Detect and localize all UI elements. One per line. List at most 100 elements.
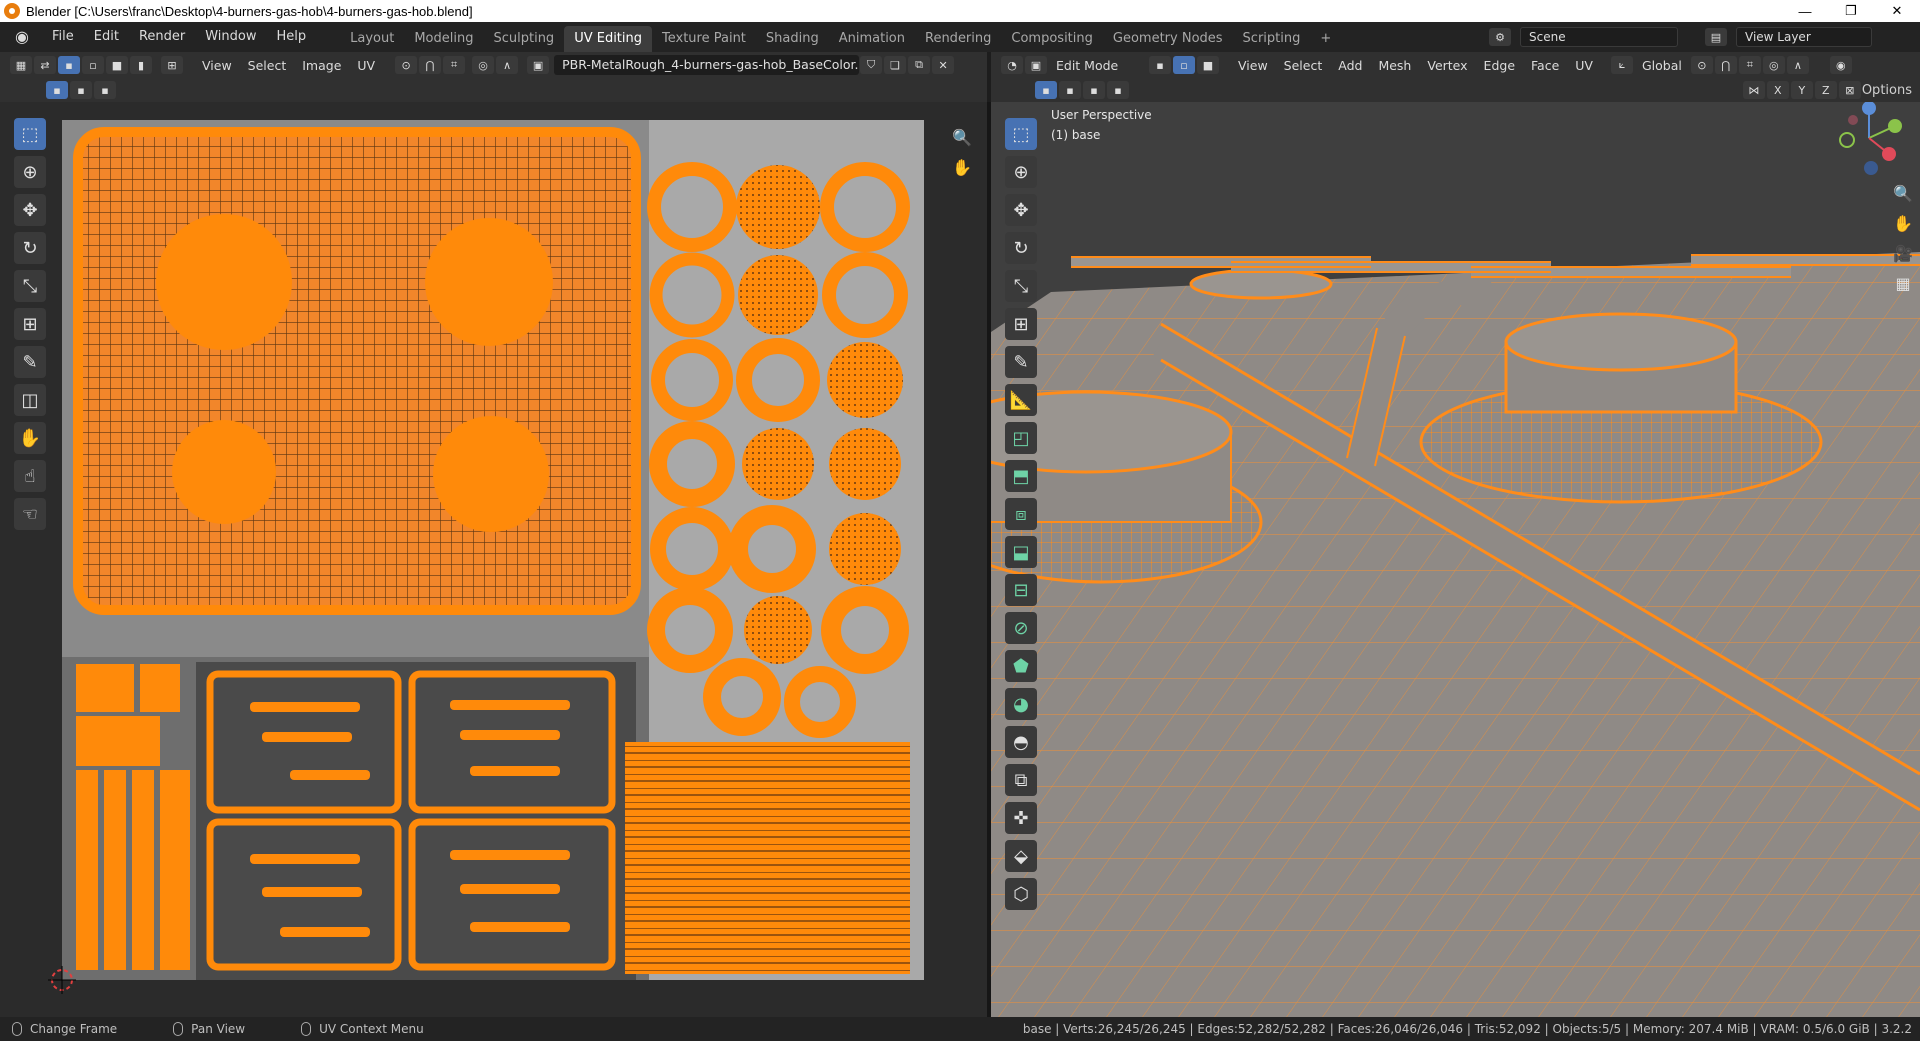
image-name-field[interactable]: PBR-MetalRough_4-burners-gas-hob_BaseCol…	[554, 55, 860, 75]
menu-window[interactable]: Window	[195, 22, 266, 52]
uv-pinch-tool[interactable]: ☜	[14, 498, 46, 530]
tab-modeling[interactable]: Modeling	[404, 26, 483, 52]
uv-menu-select[interactable]: Select	[240, 58, 295, 73]
vp-snap-target-icon[interactable]: ⌗	[1738, 56, 1761, 74]
tab-rendering[interactable]: Rendering	[915, 26, 1001, 52]
viewport-pan-icon[interactable]: ✋	[1890, 210, 1916, 236]
knife-tool[interactable]: ⊘	[1005, 612, 1037, 644]
vp-falloff-icon[interactable]: ∧	[1786, 56, 1809, 74]
uv-zoom-icon[interactable]: 🔍	[949, 124, 975, 150]
uv-rip-tool[interactable]: ◫	[14, 384, 46, 416]
falloff-icon[interactable]: ∧	[496, 56, 519, 74]
scene-selector[interactable]: Scene	[1520, 27, 1678, 47]
uv-menu-view[interactable]: View	[194, 58, 240, 73]
tab-sculpting[interactable]: Sculpting	[483, 26, 564, 52]
scale-tool[interactable]: ⤡	[1005, 270, 1037, 302]
tab-layout[interactable]: Layout	[340, 26, 404, 52]
rip-region-tool[interactable]: ⬡	[1005, 878, 1037, 910]
view-layer-icon[interactable]: ▤	[1705, 28, 1727, 46]
tab-geometry-nodes[interactable]: Geometry Nodes	[1103, 26, 1233, 52]
vp-snap-icon[interactable]: ⋂	[1714, 56, 1737, 74]
rotate-tool[interactable]: ↻	[1005, 232, 1037, 264]
vp-menu-face[interactable]: Face	[1523, 58, 1567, 73]
scene-type-icon[interactable]: ⚙	[1489, 28, 1511, 46]
extrude-tool[interactable]: ⬒	[1005, 460, 1037, 492]
select-box-tool[interactable]: ⬚	[1005, 118, 1037, 150]
uv-select-subtract-icon[interactable]: ▪	[94, 81, 116, 99]
snap-target-icon[interactable]: ⌗	[443, 56, 466, 74]
editor-type-icon[interactable]: ▦	[10, 56, 32, 74]
menu-help[interactable]: Help	[267, 22, 317, 52]
mirror-z-toggle[interactable]: Z	[1814, 81, 1837, 99]
mode-selector[interactable]: Edit Mode	[1048, 58, 1148, 73]
auto-merge-icon[interactable]: ⊠	[1838, 81, 1861, 99]
vp-menu-vertex[interactable]: Vertex	[1419, 58, 1475, 73]
minimize-button[interactable]: —	[1782, 0, 1828, 22]
uv-scale-tool[interactable]: ⤡	[14, 270, 46, 302]
sticky-select-icon[interactable]: ⊞	[161, 56, 183, 74]
tab-texture-paint[interactable]: Texture Paint	[652, 26, 756, 52]
spin-tool[interactable]: ◕	[1005, 688, 1037, 720]
edge-select-icon[interactable]: ▫	[82, 56, 104, 74]
pivot-point-icon[interactable]: ⊙	[1690, 56, 1713, 74]
uv-select-extend-icon[interactable]: ▪	[70, 81, 92, 99]
vp-select-subtract-icon[interactable]: ▪	[1083, 81, 1105, 99]
face-mode-icon[interactable]: ■	[1197, 56, 1219, 74]
island-select-icon[interactable]: ▮	[130, 56, 152, 74]
vp-menu-view[interactable]: View	[1230, 58, 1276, 73]
snap-icon[interactable]: ⋂	[419, 56, 442, 74]
vp-select-extend-icon[interactable]: ▪	[1059, 81, 1081, 99]
mirror-y-toggle[interactable]: Y	[1790, 81, 1813, 99]
cursor-tool[interactable]: ⊕	[1005, 156, 1037, 188]
menu-file[interactable]: File	[42, 22, 84, 52]
mirror-x-toggle[interactable]: X	[1766, 81, 1789, 99]
loop-cut-tool[interactable]: ⊟	[1005, 574, 1037, 606]
tab-uv-editing[interactable]: UV Editing	[564, 26, 653, 52]
smooth-tool[interactable]: ◓	[1005, 726, 1037, 758]
bevel-tool[interactable]: ⬓	[1005, 536, 1037, 568]
vp-select-invert-icon[interactable]: ▪	[1107, 81, 1129, 99]
navigation-gizmo[interactable]	[1829, 102, 1909, 182]
vp-menu-mesh[interactable]: Mesh	[1370, 58, 1419, 73]
visibility-icon[interactable]: ◉	[1829, 56, 1852, 74]
uv-editor-area[interactable]: ⬚ ⊕ ✥ ↻ ⤡ ⊞ ✎ ◫ ✋ ☝ ☜ 🔍 ✋	[0, 102, 987, 1017]
vertex-mode-icon[interactable]: ▪	[1149, 56, 1171, 74]
uv-annotate-tool[interactable]: ✎	[14, 346, 46, 378]
menu-edit[interactable]: Edit	[84, 22, 129, 52]
uv-rotate-tool[interactable]: ↻	[14, 232, 46, 264]
uv-transform-tool[interactable]: ⊞	[14, 308, 46, 340]
unlink-image-icon[interactable]: ✕	[932, 56, 955, 74]
close-button[interactable]: ✕	[1874, 0, 1920, 22]
sync-selection-icon[interactable]: ⇄	[34, 56, 56, 74]
orientation-selector[interactable]: Global	[1634, 58, 1690, 73]
edge-mode-icon[interactable]: ▫	[1173, 56, 1195, 74]
uv-canvas[interactable]	[0, 102, 987, 1017]
vp-select-new-icon[interactable]: ▪	[1035, 81, 1057, 99]
uv-menu-image[interactable]: Image	[294, 58, 349, 73]
vp-menu-uv[interactable]: UV	[1567, 58, 1601, 73]
add-workspace-button[interactable]: +	[1310, 26, 1341, 52]
vp-menu-add[interactable]: Add	[1330, 58, 1370, 73]
proportional-edit-icon[interactable]: ◎	[472, 56, 495, 74]
view-layer-selector[interactable]: View Layer	[1736, 27, 1872, 47]
camera-view-icon[interactable]: 🎥	[1890, 240, 1916, 266]
viewport-scene[interactable]	[991, 102, 1920, 1017]
uv-grab-tool[interactable]: ✋	[14, 422, 46, 454]
tab-animation[interactable]: Animation	[829, 26, 915, 52]
fake-user-icon[interactable]: ⛉	[860, 56, 883, 74]
poly-build-tool[interactable]: ⬟	[1005, 650, 1037, 682]
annotate-tool[interactable]: ✎	[1005, 346, 1037, 378]
uv-select-box-tool[interactable]: ⬚	[14, 118, 46, 150]
mirror-icon[interactable]: ⋈	[1742, 81, 1765, 99]
viewport-area[interactable]: User Perspective (1) base ⬚ ⊕ ✥ ↻ ⤡ ⊞ ✎ …	[991, 102, 1920, 1017]
uv-select-new-icon[interactable]: ▪	[46, 81, 68, 99]
face-select-icon[interactable]: ■	[106, 56, 128, 74]
pivot-icon[interactable]: ⊙	[395, 56, 418, 74]
transform-orientation-icon[interactable]: ⟀	[1610, 56, 1633, 74]
tab-compositing[interactable]: Compositing	[1001, 26, 1103, 52]
edge-slide-tool[interactable]: ⧉	[1005, 764, 1037, 796]
vp-menu-edge[interactable]: Edge	[1476, 58, 1523, 73]
viewport-editor-type-icon[interactable]: ◔	[1001, 56, 1023, 74]
transform-tool[interactable]: ⊞	[1005, 308, 1037, 340]
menu-render[interactable]: Render	[129, 22, 195, 52]
